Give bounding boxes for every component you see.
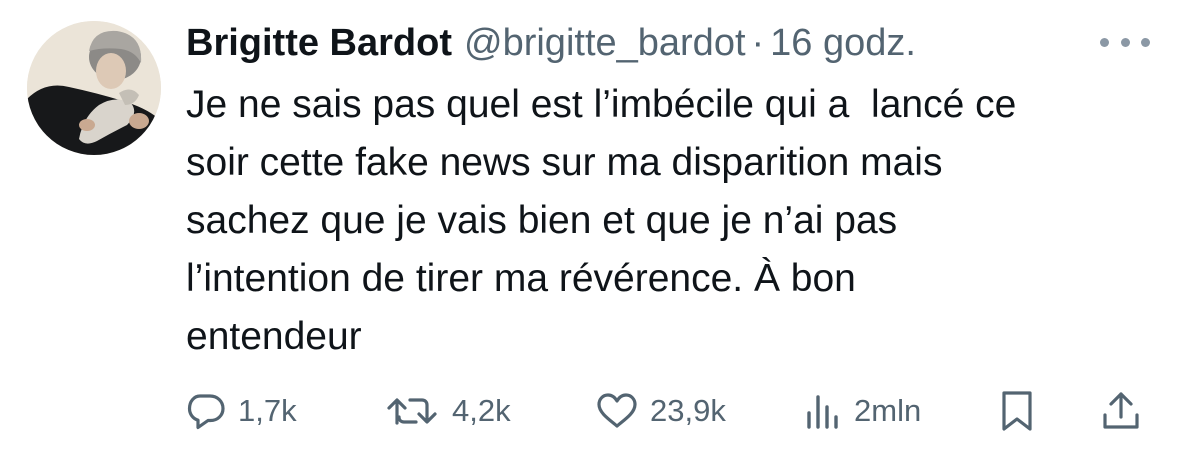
like-count: 23,9k [650,393,726,428]
share-icon [1103,392,1139,429]
views-count: 2mln [854,393,922,428]
retweet-count: 4,2k [452,393,511,428]
action-bar: 1,7k 4,2k 23,9k 2mln [186,386,1146,436]
like-button[interactable]: 23,9k [596,386,726,436]
more-icon[interactable] [1100,30,1150,54]
share-button[interactable] [1101,386,1141,436]
reply-count: 1,7k [238,393,297,428]
avatar[interactable] [27,21,161,155]
views-icon [807,395,838,429]
reply-icon [187,394,225,430]
retweet-button[interactable]: 4,2k [386,386,511,436]
author-handle[interactable]: @brigitte_bardot [464,18,746,68]
tweet-header: Brigitte Bardot @brigitte_bardot · 16 go… [186,18,916,68]
more-dot [1120,37,1130,47]
more-dot [1100,37,1109,47]
author-name[interactable]: Brigitte Bardot [186,18,452,68]
views-button[interactable]: 2mln [802,386,921,436]
avatar-photo [27,21,161,155]
retweet-icon [387,398,437,425]
like-icon [597,393,637,428]
timestamp[interactable]: 16 godz. [770,18,916,68]
more-dot [1141,37,1150,47]
header-separator: · [751,22,765,64]
tweet[interactable]: Brigitte Bardot @brigitte_bardot · 16 go… [0,0,1179,450]
reply-button[interactable]: 1,7k [186,386,297,436]
tweet-text: Je ne sais pas quel est l’imbécile qui a… [186,83,1017,358]
bookmark-icon [1002,391,1032,431]
bookmark-button[interactable] [997,386,1037,436]
